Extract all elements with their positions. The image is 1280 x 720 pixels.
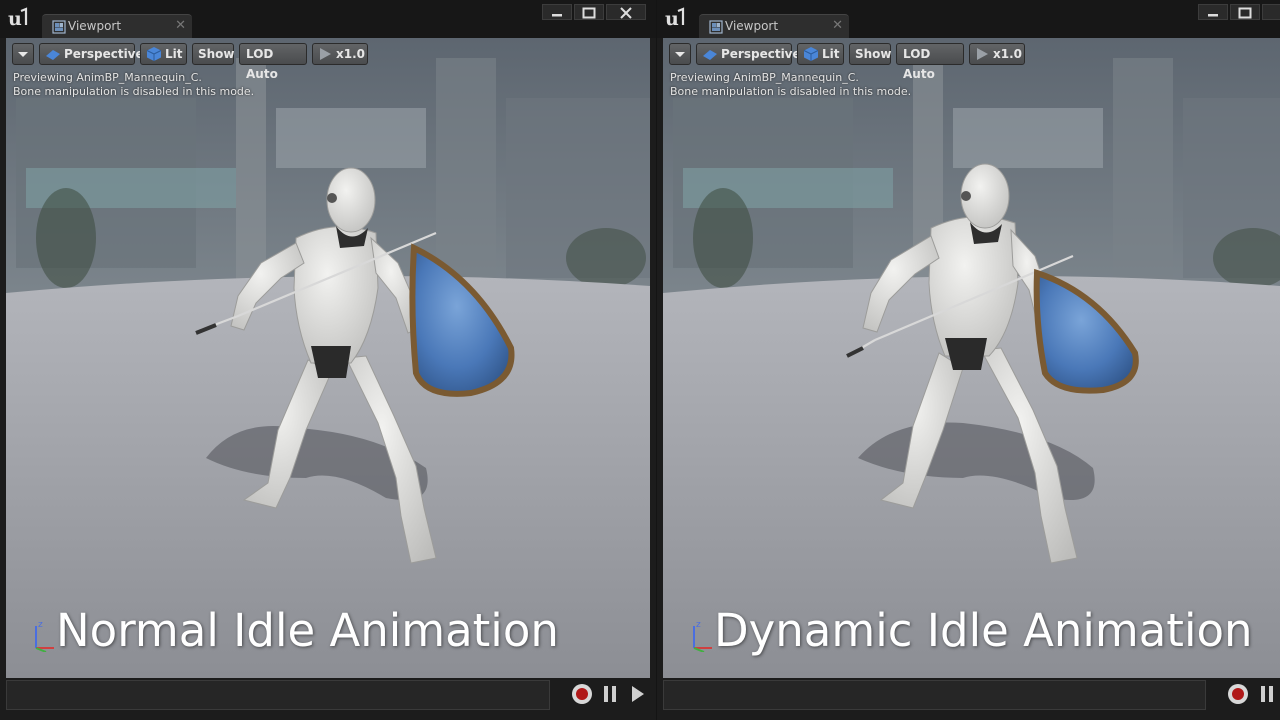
lod-button[interactable]: LOD Auto: [239, 43, 307, 81]
animation-preview-scene: [6, 38, 650, 678]
unreal-logo-icon: u: [8, 7, 28, 30]
tab-close-icon[interactable]: ✕: [832, 18, 843, 33]
perspective-icon: [703, 50, 717, 60]
axis-gizmo-icon: z: [35, 620, 54, 652]
maximize-button[interactable]: [574, 4, 604, 20]
playback-bar: [657, 678, 1280, 720]
window-controls: [1198, 4, 1280, 22]
tab-label: Viewport: [68, 19, 122, 33]
viewport-canvas[interactable]: Perspective Lit Show LOD Auto x1.0 Previ…: [663, 38, 1280, 678]
close-button[interactable]: [1262, 4, 1280, 20]
viewport-info-text: Previewing AnimBP_Mannequin_C. Bone mani…: [13, 71, 254, 99]
timeline-scrubber[interactable]: [6, 680, 550, 710]
dropdown-arrow-icon: [18, 52, 28, 57]
animation-caption: Normal Idle Animation: [56, 604, 559, 657]
playback-speed-button[interactable]: x1.0: [312, 43, 368, 65]
minimize-button[interactable]: [542, 4, 572, 20]
lit-cube-icon: [146, 47, 162, 61]
playback-speed-button[interactable]: x1.0: [969, 43, 1025, 65]
viewport-options-dropdown[interactable]: [12, 43, 34, 65]
show-button[interactable]: Show: [849, 43, 892, 65]
perspective-button[interactable]: Perspective: [696, 43, 801, 65]
record-icon[interactable]: [572, 684, 592, 704]
lit-button[interactable]: Lit: [797, 43, 844, 65]
speed-play-icon: [977, 48, 988, 60]
lit-button[interactable]: Lit: [140, 43, 187, 65]
animation-preview-scene: [663, 38, 1280, 678]
pause-icon[interactable]: [604, 686, 616, 702]
right-viewport-window: u Viewport ✕ Perspective Lit Show LOD Au…: [657, 0, 1280, 720]
svg-text:u: u: [665, 8, 679, 30]
timeline-scrubber[interactable]: [663, 680, 1206, 710]
close-button[interactable]: [606, 4, 646, 20]
perspective-icon: [46, 50, 60, 60]
tab-close-icon[interactable]: ✕: [175, 18, 186, 33]
perspective-label: Perspective: [721, 47, 801, 61]
show-label: Show: [855, 47, 892, 61]
animation-caption: Dynamic Idle Animation: [714, 604, 1253, 657]
perspective-button[interactable]: Perspective: [39, 43, 144, 65]
left-viewport-window: u Viewport ✕ Perspective Lit Show LOD Au…: [0, 0, 656, 720]
svg-text:z: z: [696, 620, 701, 630]
title-bar: u Viewport ✕: [657, 0, 1280, 39]
viewport-canvas[interactable]: Perspective Lit Show LOD Auto x1.0 Previ…: [6, 38, 650, 678]
lit-label: Lit: [165, 47, 183, 61]
pause-icon[interactable]: [1261, 686, 1273, 702]
viewport-tab-icon: [52, 20, 66, 34]
tab-viewport[interactable]: Viewport ✕: [42, 14, 192, 39]
title-bar: u Viewport ✕: [0, 0, 656, 39]
bone-info-line: Bone manipulation is disabled in this mo…: [13, 85, 255, 98]
window-controls: [542, 4, 646, 22]
maximize-button[interactable]: [1230, 4, 1260, 20]
lod-button[interactable]: LOD Auto: [896, 43, 964, 81]
speed-label: x1.0: [336, 47, 365, 61]
preview-info-line: Previewing AnimBP_Mannequin_C.: [670, 71, 859, 84]
lod-label: LOD Auto: [903, 47, 935, 81]
minimize-button[interactable]: [1198, 4, 1228, 20]
lit-cube-icon: [803, 47, 819, 61]
lit-label: Lit: [822, 47, 840, 61]
playback-bar: [0, 678, 656, 720]
show-label: Show: [198, 47, 235, 61]
speed-play-icon: [320, 48, 331, 60]
axis-gizmo-icon: z: [693, 620, 712, 652]
bone-info-line: Bone manipulation is disabled in this mo…: [670, 85, 912, 98]
preview-info-line: Previewing AnimBP_Mannequin_C.: [13, 71, 202, 84]
viewport-tab-icon: [709, 20, 723, 34]
speed-label: x1.0: [993, 47, 1022, 61]
dropdown-arrow-icon: [675, 52, 685, 57]
svg-text:u: u: [8, 8, 22, 30]
record-icon[interactable]: [1228, 684, 1248, 704]
perspective-label: Perspective: [64, 47, 144, 61]
lod-label: LOD Auto: [246, 47, 278, 81]
tab-label: Viewport: [725, 19, 779, 33]
tab-viewport[interactable]: Viewport ✕: [699, 14, 849, 39]
play-icon[interactable]: [632, 686, 644, 702]
show-button[interactable]: Show: [192, 43, 235, 65]
viewport-options-dropdown[interactable]: [669, 43, 691, 65]
viewport-info-text: Previewing AnimBP_Mannequin_C. Bone mani…: [670, 71, 911, 99]
svg-text:z: z: [38, 620, 43, 630]
unreal-logo-icon: u: [665, 7, 685, 30]
